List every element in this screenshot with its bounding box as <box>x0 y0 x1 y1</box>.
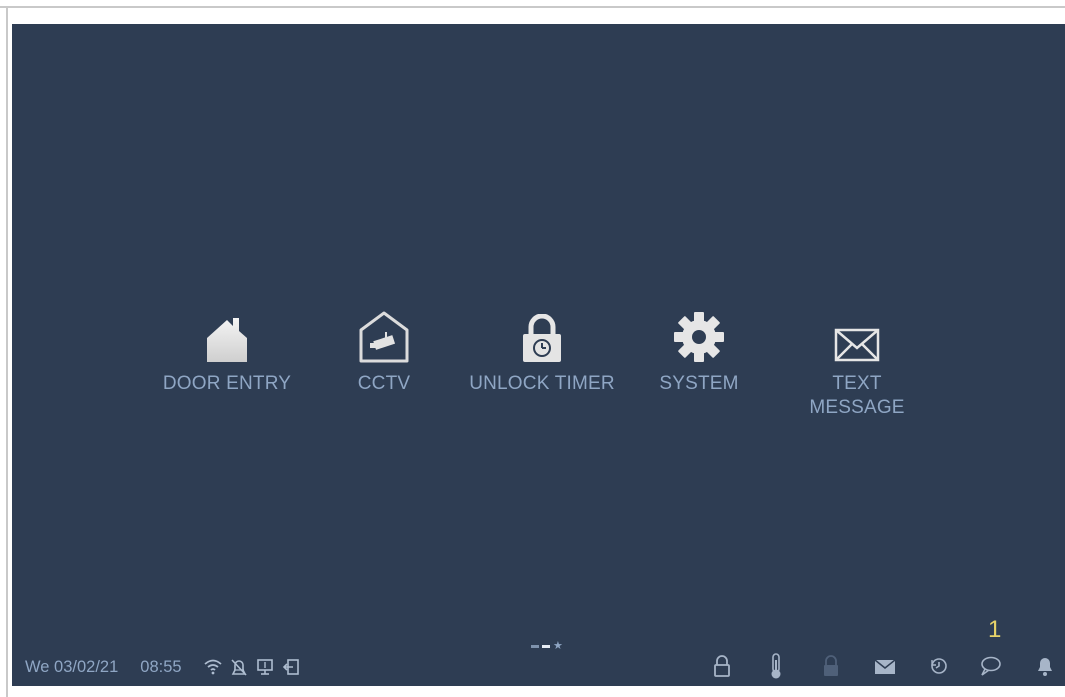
lock-icon[interactable] <box>712 651 732 681</box>
status-bar-left: We 03/02/21 08:55 <box>25 653 300 681</box>
system-label: SYSTEM <box>659 373 739 394</box>
bell-icon[interactable] <box>1036 651 1054 681</box>
text-message-button[interactable]: TEXT MESSAGE <box>777 306 937 420</box>
history-icon[interactable] <box>929 651 949 681</box>
wifi-icon[interactable] <box>203 659 222 675</box>
unlock-timer-label: UNLOCK TIMER <box>469 373 615 394</box>
unlock-timer-button[interactable]: UNLOCK TIMER <box>462 306 622 396</box>
mute-icon[interactable] <box>230 658 248 676</box>
house-icon <box>205 316 249 364</box>
mail-icon[interactable] <box>874 651 896 681</box>
exit-icon[interactable] <box>282 658 300 676</box>
home-screen: DOOR ENTRY CCTV UNLOCK TIMER SYSTEM TEXT… <box>12 24 1065 686</box>
padlock-timer-icon <box>521 314 563 364</box>
monitor-icon[interactable] <box>256 658 274 676</box>
door-entry-label: DOOR ENTRY <box>162 373 292 394</box>
gear-icon <box>672 310 726 364</box>
thermometer-icon[interactable] <box>768 651 784 681</box>
system-button[interactable]: SYSTEM <box>619 306 779 396</box>
cctv-button[interactable]: CCTV <box>304 306 464 396</box>
locked-padlock-icon[interactable] <box>821 651 841 681</box>
cctv-label: CCTV <box>357 373 411 394</box>
text-message-label: TEXT MESSAGE <box>809 373 905 418</box>
envelope-icon <box>834 326 880 364</box>
chat-badge: 1 <box>988 616 1002 643</box>
date-text: We 03/02/21 <box>25 657 119 676</box>
page-dot-1[interactable] <box>531 645 539 648</box>
page-dot-2[interactable] <box>542 645 550 648</box>
star-icon[interactable]: ★ <box>553 641 563 652</box>
frame-border-top <box>0 6 1065 8</box>
chat-icon[interactable] <box>979 651 1003 681</box>
door-entry-button[interactable]: DOOR ENTRY <box>147 306 307 396</box>
camera-house-icon <box>358 310 410 364</box>
frame-border-left <box>6 6 8 697</box>
time-text: 08:55 <box>140 657 182 676</box>
page-indicator[interactable]: ★ <box>531 641 563 652</box>
